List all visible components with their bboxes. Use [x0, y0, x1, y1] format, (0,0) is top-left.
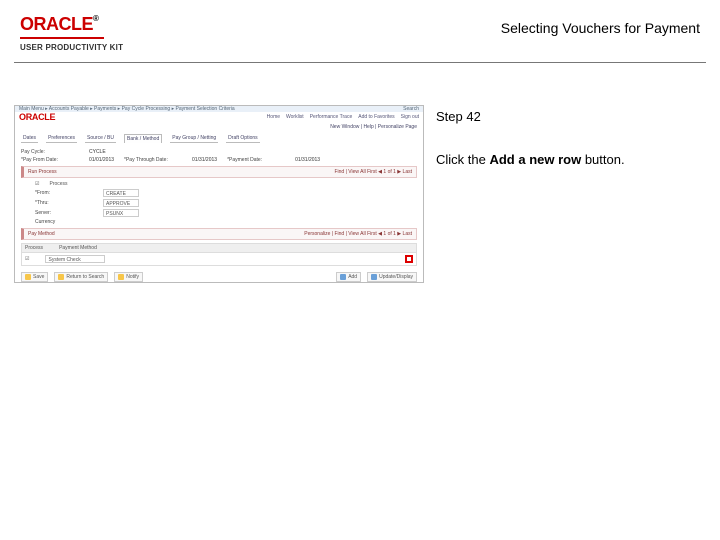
oracle-logo-text: ORACLE	[20, 14, 93, 34]
paythru-label: *Pay Through Date:	[124, 157, 182, 163]
btn-save: Save	[21, 272, 48, 282]
section-run-process: Run Process	[28, 169, 57, 175]
ss-nav: Home Worklist Performance Trace Add to F…	[267, 114, 419, 120]
return-icon	[58, 274, 64, 280]
payfrom-val: 01/01/2013	[89, 157, 114, 163]
save-icon	[25, 274, 31, 280]
payfrom-label: *Pay From Date:	[21, 157, 79, 163]
section-pay-nav: Personalize | Find | View All First ◀ 1 …	[304, 231, 412, 237]
nav-perf: Performance Trace	[310, 114, 353, 120]
grid-process: ☑	[25, 256, 29, 262]
oracle-tm: ®	[93, 14, 98, 23]
instruction-text: Click the Add a new row button.	[436, 152, 706, 167]
brand-block: ORACLE® USER PRODUCTIVITY KIT	[20, 14, 123, 52]
tab-paygroup: Pay Group / Netting	[170, 134, 218, 143]
grid-h2: Payment Method	[59, 245, 97, 251]
step-number: Step 42	[436, 109, 706, 124]
process-label: Process	[49, 181, 67, 187]
nav-worklist: Worklist	[286, 114, 304, 120]
add-icon	[340, 274, 346, 280]
grid-h1: Process	[25, 245, 43, 251]
thru-val: APPROVE	[103, 199, 139, 207]
tab-bank: Bank / Method	[124, 134, 162, 143]
btn-add: Add	[336, 272, 361, 282]
notify-icon	[118, 274, 124, 280]
btn-update: Update/Display	[367, 272, 417, 282]
ss-tabs: Dates Preferences Source / BU Bank / Met…	[15, 132, 423, 145]
thru-label: *Thru:	[35, 200, 93, 206]
paydate-label: *Payment Date:	[227, 157, 285, 163]
instr-bold: Add a new row	[489, 152, 581, 167]
tab-dates: Dates	[21, 134, 38, 143]
ss-window-links: New Window | Help | Personalize Page	[15, 122, 423, 132]
tab-draft: Draft Options	[226, 134, 259, 143]
nav-signout: Sign out	[401, 114, 419, 120]
process-check: ☑	[35, 181, 39, 187]
paythru-val: 01/31/2013	[192, 157, 217, 163]
server-label: Server:	[35, 210, 93, 216]
paycycle-val: CYCLE	[89, 149, 106, 155]
instruction-panel: Step 42 Click the Add a new row button.	[436, 105, 706, 283]
tab-prefs: Preferences	[46, 134, 77, 143]
paycycle-label: Pay Cycle:	[21, 149, 79, 155]
brand-underline	[20, 37, 104, 39]
embedded-screenshot: Main Menu ▸ Accounts Payable ▸ Payments …	[14, 105, 424, 283]
instr-post: button.	[581, 152, 624, 167]
oracle-logo: ORACLE®	[20, 14, 123, 35]
section-pay-method: Pay Method	[28, 231, 55, 237]
nav-home: Home	[267, 114, 280, 120]
section-run-nav: Find | View All First ◀ 1 of 1 ▶ Last	[334, 169, 412, 175]
instr-pre: Click the	[436, 152, 489, 167]
update-icon	[371, 274, 377, 280]
nav-fav: Add to Favorites	[358, 114, 394, 120]
btn-return: Return to Search	[54, 272, 108, 282]
from-label: *From:	[35, 190, 93, 196]
btn-notify: Notify	[114, 272, 143, 282]
server-val: PSUNX	[103, 209, 139, 217]
tab-source: Source / BU	[85, 134, 116, 143]
document-title: Selecting Vouchers for Payment	[501, 14, 706, 36]
ss-oracle-logo: ORACLE	[19, 112, 55, 122]
grid-method: System Check	[45, 255, 105, 263]
currency-label: Currency	[35, 219, 93, 225]
from-val: CREATE	[103, 189, 139, 197]
paydate-val: 01/31/2013	[295, 157, 320, 163]
add-row-highlight	[405, 255, 413, 263]
brand-subtitle: USER PRODUCTIVITY KIT	[20, 43, 123, 52]
